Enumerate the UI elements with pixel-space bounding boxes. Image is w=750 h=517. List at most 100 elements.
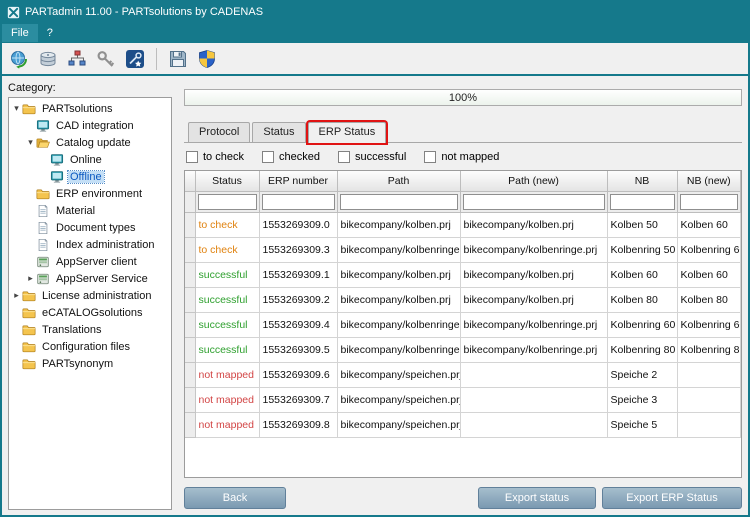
filter-cell-path-new	[460, 191, 608, 213]
category-panel: Category: ▾ PARTsolutions CAD integration ▾…	[2, 76, 174, 515]
expand-expander-icon[interactable]: ▸	[11, 287, 22, 304]
action-buttons: Back Export status Export ERP Status	[184, 487, 742, 509]
tree-item-label: License administration	[42, 289, 152, 302]
column-header-nb-new[interactable]: NB (new)	[677, 171, 741, 192]
cell-path-new: bikecompany/kolben.prj	[460, 212, 608, 238]
filter-input-path[interactable]	[339, 193, 458, 210]
tree-item-partsynonym[interactable]: PARTsynonym	[9, 355, 171, 372]
tree-item-license-administration[interactable]: ▸ License administration	[9, 287, 171, 304]
tree-item-online[interactable]: Online	[9, 151, 171, 168]
table-row[interactable]: to check 1553269309.3 bikecompany/kolbenri…	[185, 237, 741, 263]
column-header-nb[interactable]: NB	[607, 171, 678, 192]
tree-item-partsolutions[interactable]: ▾ PARTsolutions	[9, 100, 171, 117]
column-header-path[interactable]: Path	[337, 171, 461, 192]
cell-nb: Kolben 80	[607, 287, 678, 313]
filter-cell-nb-new	[677, 191, 741, 213]
export-status-button[interactable]: Export status	[478, 487, 596, 509]
catalog-update-icon[interactable]	[6, 46, 32, 72]
tree-item-appserver-service[interactable]: ▸ AppServer Service	[9, 270, 171, 287]
tree-item-ecatalogsolutions[interactable]: eCATALOGsolutions	[9, 304, 171, 321]
catalog-discs-icon[interactable]	[35, 46, 61, 72]
column-header-erp-number[interactable]: ERP number	[259, 171, 338, 192]
collapse-expander-icon[interactable]: ▾	[11, 100, 22, 117]
filter-checkbox-to-check[interactable]: to check	[186, 151, 244, 163]
export-erp-status-button[interactable]: Export ERP Status	[602, 487, 742, 509]
checkbox-icon[interactable]	[337, 151, 350, 163]
cell-status: successful	[195, 312, 260, 338]
table-row[interactable]: not mapped 1553269309.6 bikecompany/speich…	[185, 362, 741, 388]
toolbar-separator	[156, 47, 157, 70]
column-header-status[interactable]: Status	[195, 171, 260, 192]
tree-item-index-administration[interactable]: Index administration	[9, 236, 171, 253]
tree-item-material[interactable]: Material	[9, 202, 171, 219]
progress-bar: 100%	[184, 89, 742, 106]
cell-path: bikecompany/kolben.prj	[337, 287, 461, 313]
back-button[interactable]: Back	[184, 487, 286, 509]
filter-cell-erp-number	[259, 191, 338, 213]
cell-path: bikecompany/speichen.prj	[337, 362, 461, 388]
cell-nb-new: Kolbenring 60	[677, 312, 741, 338]
expand-expander-icon[interactable]: ▸	[25, 270, 36, 287]
menu-item-file[interactable]: File	[2, 23, 38, 42]
structure-icon[interactable]	[64, 46, 90, 72]
checkbox-icon[interactable]	[424, 151, 437, 163]
filter-input-nb-new[interactable]	[679, 193, 738, 210]
category-label: Category:	[8, 82, 56, 94]
table-row[interactable]: successful 1553269309.2 bikecompany/kolben…	[185, 287, 741, 313]
tree-item-document-types[interactable]: Document types	[9, 219, 171, 236]
cell-path-new	[460, 412, 608, 438]
tab-status[interactable]: Status	[252, 122, 306, 142]
filter-checkbox-checked[interactable]: checked	[261, 151, 320, 163]
filter-input-erp-number[interactable]	[261, 193, 335, 210]
folder-icon	[22, 323, 37, 337]
cell-nb: Kolbenring 50	[607, 237, 678, 263]
cell-path-new: bikecompany/kolben.prj	[460, 287, 608, 313]
main-content: Category: ▾ PARTsolutions CAD integration ▾…	[2, 76, 748, 515]
tree-item-cad-integration[interactable]: CAD integration	[9, 117, 171, 134]
row-header	[185, 362, 196, 388]
checkbox-icon[interactable]	[186, 151, 198, 163]
save-icon[interactable]	[165, 46, 191, 72]
tab-erp-status[interactable]: ERP Status	[307, 122, 387, 143]
tree-item-erp-environment[interactable]: ERP environment	[9, 185, 171, 202]
tree-item-label: eCATALOGsolutions	[42, 306, 143, 319]
tree-item-appserver-client[interactable]: AppServer client	[9, 253, 171, 270]
collapse-expander-icon[interactable]: ▾	[25, 134, 36, 151]
column-header-path-new[interactable]: Path (new)	[460, 171, 608, 192]
cell-nb-new: Kolben 80	[677, 287, 741, 313]
tab-protocol[interactable]: Protocol	[188, 122, 251, 142]
tools-icon[interactable]	[122, 46, 148, 72]
filter-input-status[interactable]	[197, 193, 257, 210]
filter-checkbox-not-mapped[interactable]: not mapped	[424, 151, 499, 163]
tree-item-label: PARTsynonym	[42, 357, 114, 370]
title-bar[interactable]: PARTadmin 11.00 - PARTsolutions by CADEN…	[2, 2, 748, 22]
tree-item-translations[interactable]: Translations	[9, 321, 171, 338]
cell-erp-number: 1553269309.6	[259, 362, 338, 388]
server-icon	[36, 255, 51, 269]
cell-status: successful	[195, 337, 260, 363]
menu-item-[interactable]: ?	[38, 24, 62, 42]
checkbox-label: checked	[278, 151, 320, 163]
table-corner	[185, 171, 196, 192]
filter-cell-path	[337, 191, 461, 213]
table-row[interactable]: to check 1553269309.0 bikecompany/kolben.p…	[185, 212, 741, 238]
filter-checkbox-successful[interactable]: successful	[337, 151, 406, 163]
cell-status: not mapped	[195, 412, 260, 438]
erp-table-container: Status ERP number Path Path (new) NB NB (new)…	[184, 170, 742, 478]
tree-item-label: CAD integration	[56, 119, 134, 132]
table-row[interactable]: successful 1553269309.4 bikecompany/kolben…	[185, 312, 741, 338]
table-row[interactable]: successful 1553269309.5 bikecompany/kolben…	[185, 337, 741, 363]
table-row[interactable]: successful 1553269309.1 bikecompany/kolben…	[185, 262, 741, 288]
tree-item-offline[interactable]: Offline	[9, 168, 171, 185]
checkbox-icon[interactable]	[261, 151, 274, 163]
tree-item-configuration-files[interactable]: Configuration files	[9, 338, 171, 355]
filter-input-path-new[interactable]	[462, 193, 605, 210]
cell-nb-new	[677, 412, 741, 438]
license-key-icon[interactable]	[93, 46, 119, 72]
monitor-icon	[36, 119, 51, 133]
table-row[interactable]: not mapped 1553269309.8 bikecompany/speich…	[185, 412, 741, 438]
filter-input-nb[interactable]	[609, 193, 675, 210]
tree-item-catalog-update[interactable]: ▾ Catalog update	[9, 134, 171, 151]
table-row[interactable]: not mapped 1553269309.7 bikecompany/speich…	[185, 387, 741, 413]
admin-shield-icon[interactable]	[194, 46, 220, 72]
